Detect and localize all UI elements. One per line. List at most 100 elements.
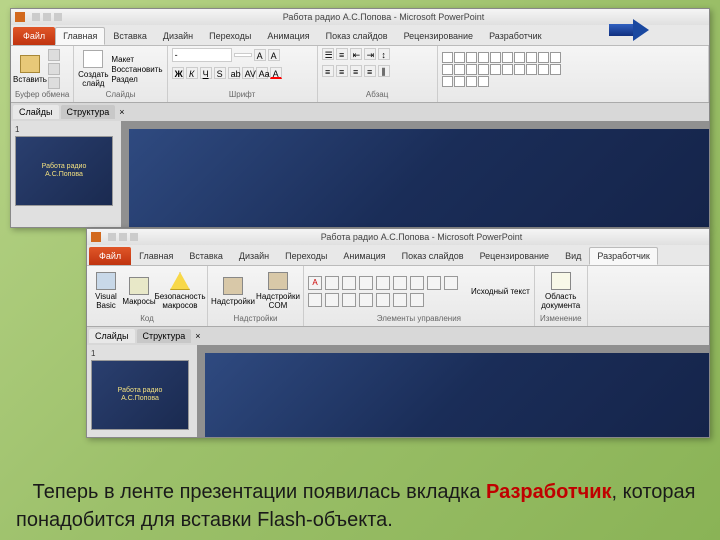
line-spacing-icon[interactable]: ↕ — [378, 48, 390, 60]
font-size-box[interactable] — [234, 53, 252, 57]
tab-transitions[interactable]: Переходы — [201, 27, 259, 45]
new-slide-button[interactable]: Создать слайд — [78, 49, 108, 89]
align-left-icon[interactable]: ≡ — [322, 65, 334, 77]
group-paragraph: ☰ ≡ ⇤ ⇥ ↕ ≡ ≡ ≡ ≡ ⫼ Абзац — [318, 46, 438, 102]
outline-tab[interactable]: Структура — [61, 105, 116, 119]
document-panel-button[interactable]: Область документа — [539, 271, 583, 311]
copy-icon — [48, 63, 60, 75]
case-icon[interactable]: Aa — [256, 67, 268, 79]
tab-developer[interactable]: Разработчик — [481, 27, 549, 45]
slide-thumbnail[interactable]: Работа радио А.С.Попова — [91, 360, 189, 430]
shapes-gallery[interactable] — [442, 52, 562, 87]
columns-icon[interactable]: ⫼ — [378, 65, 390, 77]
align-right-icon[interactable]: ≡ — [350, 65, 362, 77]
align-center-icon[interactable]: ≡ — [336, 65, 348, 77]
app-icon — [91, 232, 101, 242]
app-icon — [15, 12, 25, 22]
outline-tab[interactable]: Структура — [137, 329, 192, 343]
indent-inc-icon[interactable]: ⇥ — [364, 48, 376, 60]
com-addins-button[interactable]: Надстройки COM — [257, 271, 299, 311]
tab-insert[interactable]: Вставка — [105, 27, 154, 45]
italic-icon[interactable]: К — [186, 67, 198, 79]
underline-icon[interactable]: Ч — [200, 67, 212, 79]
quick-access-toolbar[interactable] — [32, 13, 62, 21]
thumb-number: 1 — [91, 349, 193, 358]
panel-close-icon[interactable]: × — [193, 329, 202, 343]
tab-review[interactable]: Рецензирование — [472, 247, 558, 265]
group-slides: Создать слайд Макет Восстановить Раздел … — [74, 46, 167, 102]
shadow-icon[interactable]: ab — [228, 67, 240, 79]
section-option[interactable]: Раздел — [111, 75, 162, 84]
tab-developer[interactable]: Разработчик — [589, 247, 657, 265]
tab-insert[interactable]: Вставка — [181, 247, 230, 265]
shrink-font-icon[interactable]: A — [268, 49, 280, 61]
workspace: 1 Работа радио А.С.Попова — [87, 345, 709, 438]
font-family-box[interactable]: - — [172, 48, 232, 62]
slide-editor[interactable] — [121, 121, 709, 227]
paste-button[interactable]: Вставить — [15, 49, 45, 89]
group-clipboard: Вставить Буфер обмена — [11, 46, 74, 102]
powerpoint-developer-screenshot: Работа радио А.С.Попова - Microsoft Powe… — [86, 228, 710, 438]
visual-basic-button[interactable]: Visual Basic — [91, 271, 121, 311]
tab-animation[interactable]: Анимация — [259, 27, 317, 45]
tab-animation[interactable]: Анимация — [335, 247, 393, 265]
clipboard-small[interactable] — [48, 49, 60, 89]
thumb-number: 1 — [15, 125, 117, 134]
tab-home[interactable]: Главная — [55, 27, 105, 45]
spacing-icon[interactable]: AV — [242, 67, 254, 79]
tab-review[interactable]: Рецензирование — [396, 27, 482, 45]
reset-option[interactable]: Восстановить — [111, 65, 162, 74]
tab-home[interactable]: Главная — [131, 247, 181, 265]
slides-tab[interactable]: Слайды — [13, 105, 59, 119]
callout-arrow — [609, 19, 649, 41]
tab-transitions[interactable]: Переходы — [277, 247, 335, 265]
file-tab[interactable]: Файл — [13, 27, 55, 45]
font-color-icon[interactable]: A — [270, 67, 282, 79]
title-bar: Работа радио А.С.Попова - Microsoft Powe… — [11, 9, 709, 25]
format-painter-icon — [48, 77, 60, 89]
title-bar: Работа радио А.С.Попова - Microsoft Powe… — [87, 229, 709, 245]
group-addins: Надстройки Надстройки COM Надстройки — [208, 266, 304, 326]
current-slide — [129, 129, 709, 227]
group-code: Visual Basic Макросы Безопасность макрос… — [87, 266, 208, 326]
tab-design[interactable]: Дизайн — [155, 27, 201, 45]
controls-gallery[interactable]: A — [308, 276, 468, 307]
slide-panel-tabs: Слайды Структура × — [11, 103, 709, 121]
ribbon-home: Вставить Буфер обмена Создать слайд Маке… — [11, 45, 709, 103]
justify-icon[interactable]: ≡ — [364, 65, 376, 77]
bullets-icon[interactable]: ☰ — [322, 48, 334, 60]
ribbon-tabs: Файл Главная Вставка Дизайн Переходы Ани… — [11, 25, 709, 45]
bold-icon[interactable]: Ж — [172, 67, 184, 79]
tab-view[interactable]: Вид — [557, 247, 589, 265]
thumbnail-panel: 1 Работа радио А.С.Попова — [87, 345, 197, 438]
file-tab[interactable]: Файл — [89, 247, 131, 265]
grow-font-icon[interactable]: A — [254, 49, 266, 61]
group-drawing — [438, 46, 709, 102]
layout-option[interactable]: Макет — [111, 55, 162, 64]
addins-button[interactable]: Надстройки — [212, 271, 254, 311]
group-font: - A A Ж К Ч S ab AV Aa A Шрифт — [168, 46, 318, 102]
ribbon-tabs: Файл Главная Вставка Дизайн Переходы Ани… — [87, 245, 709, 265]
macros-button[interactable]: Макросы — [124, 271, 154, 311]
slide-thumbnail[interactable]: Работа радио А.С.Попова — [15, 136, 113, 206]
view-code-button[interactable]: Исходный текст — [471, 287, 530, 296]
slides-tab[interactable]: Слайды — [89, 329, 135, 343]
macro-security-button[interactable]: Безопасность макросов — [157, 271, 203, 311]
strike-icon[interactable]: S — [214, 67, 226, 79]
quick-access-toolbar[interactable] — [108, 233, 138, 241]
indent-dec-icon[interactable]: ⇤ — [350, 48, 362, 60]
group-controls: A Исходный текст Элементы управления — [304, 266, 535, 326]
slide-panel-tabs: Слайды Структура × — [87, 327, 709, 345]
thumbnail-panel: 1 Работа радио А.С.Попова — [11, 121, 121, 227]
tab-slideshow[interactable]: Показ слайдов — [318, 27, 396, 45]
tab-design[interactable]: Дизайн — [231, 247, 277, 265]
group-modify: Область документа Изменение — [535, 266, 588, 326]
window-title: Работа радио А.С.Попова - Microsoft Powe… — [138, 232, 705, 242]
numbering-icon[interactable]: ≡ — [336, 48, 348, 60]
tab-slideshow[interactable]: Показ слайдов — [394, 247, 472, 265]
current-slide — [205, 353, 709, 438]
ribbon-developer: Visual Basic Макросы Безопасность макрос… — [87, 265, 709, 327]
slide-editor[interactable] — [197, 345, 709, 438]
panel-close-icon[interactable]: × — [117, 105, 126, 119]
instruction-caption: Теперь в ленте презентации появилась вкл… — [16, 478, 704, 534]
